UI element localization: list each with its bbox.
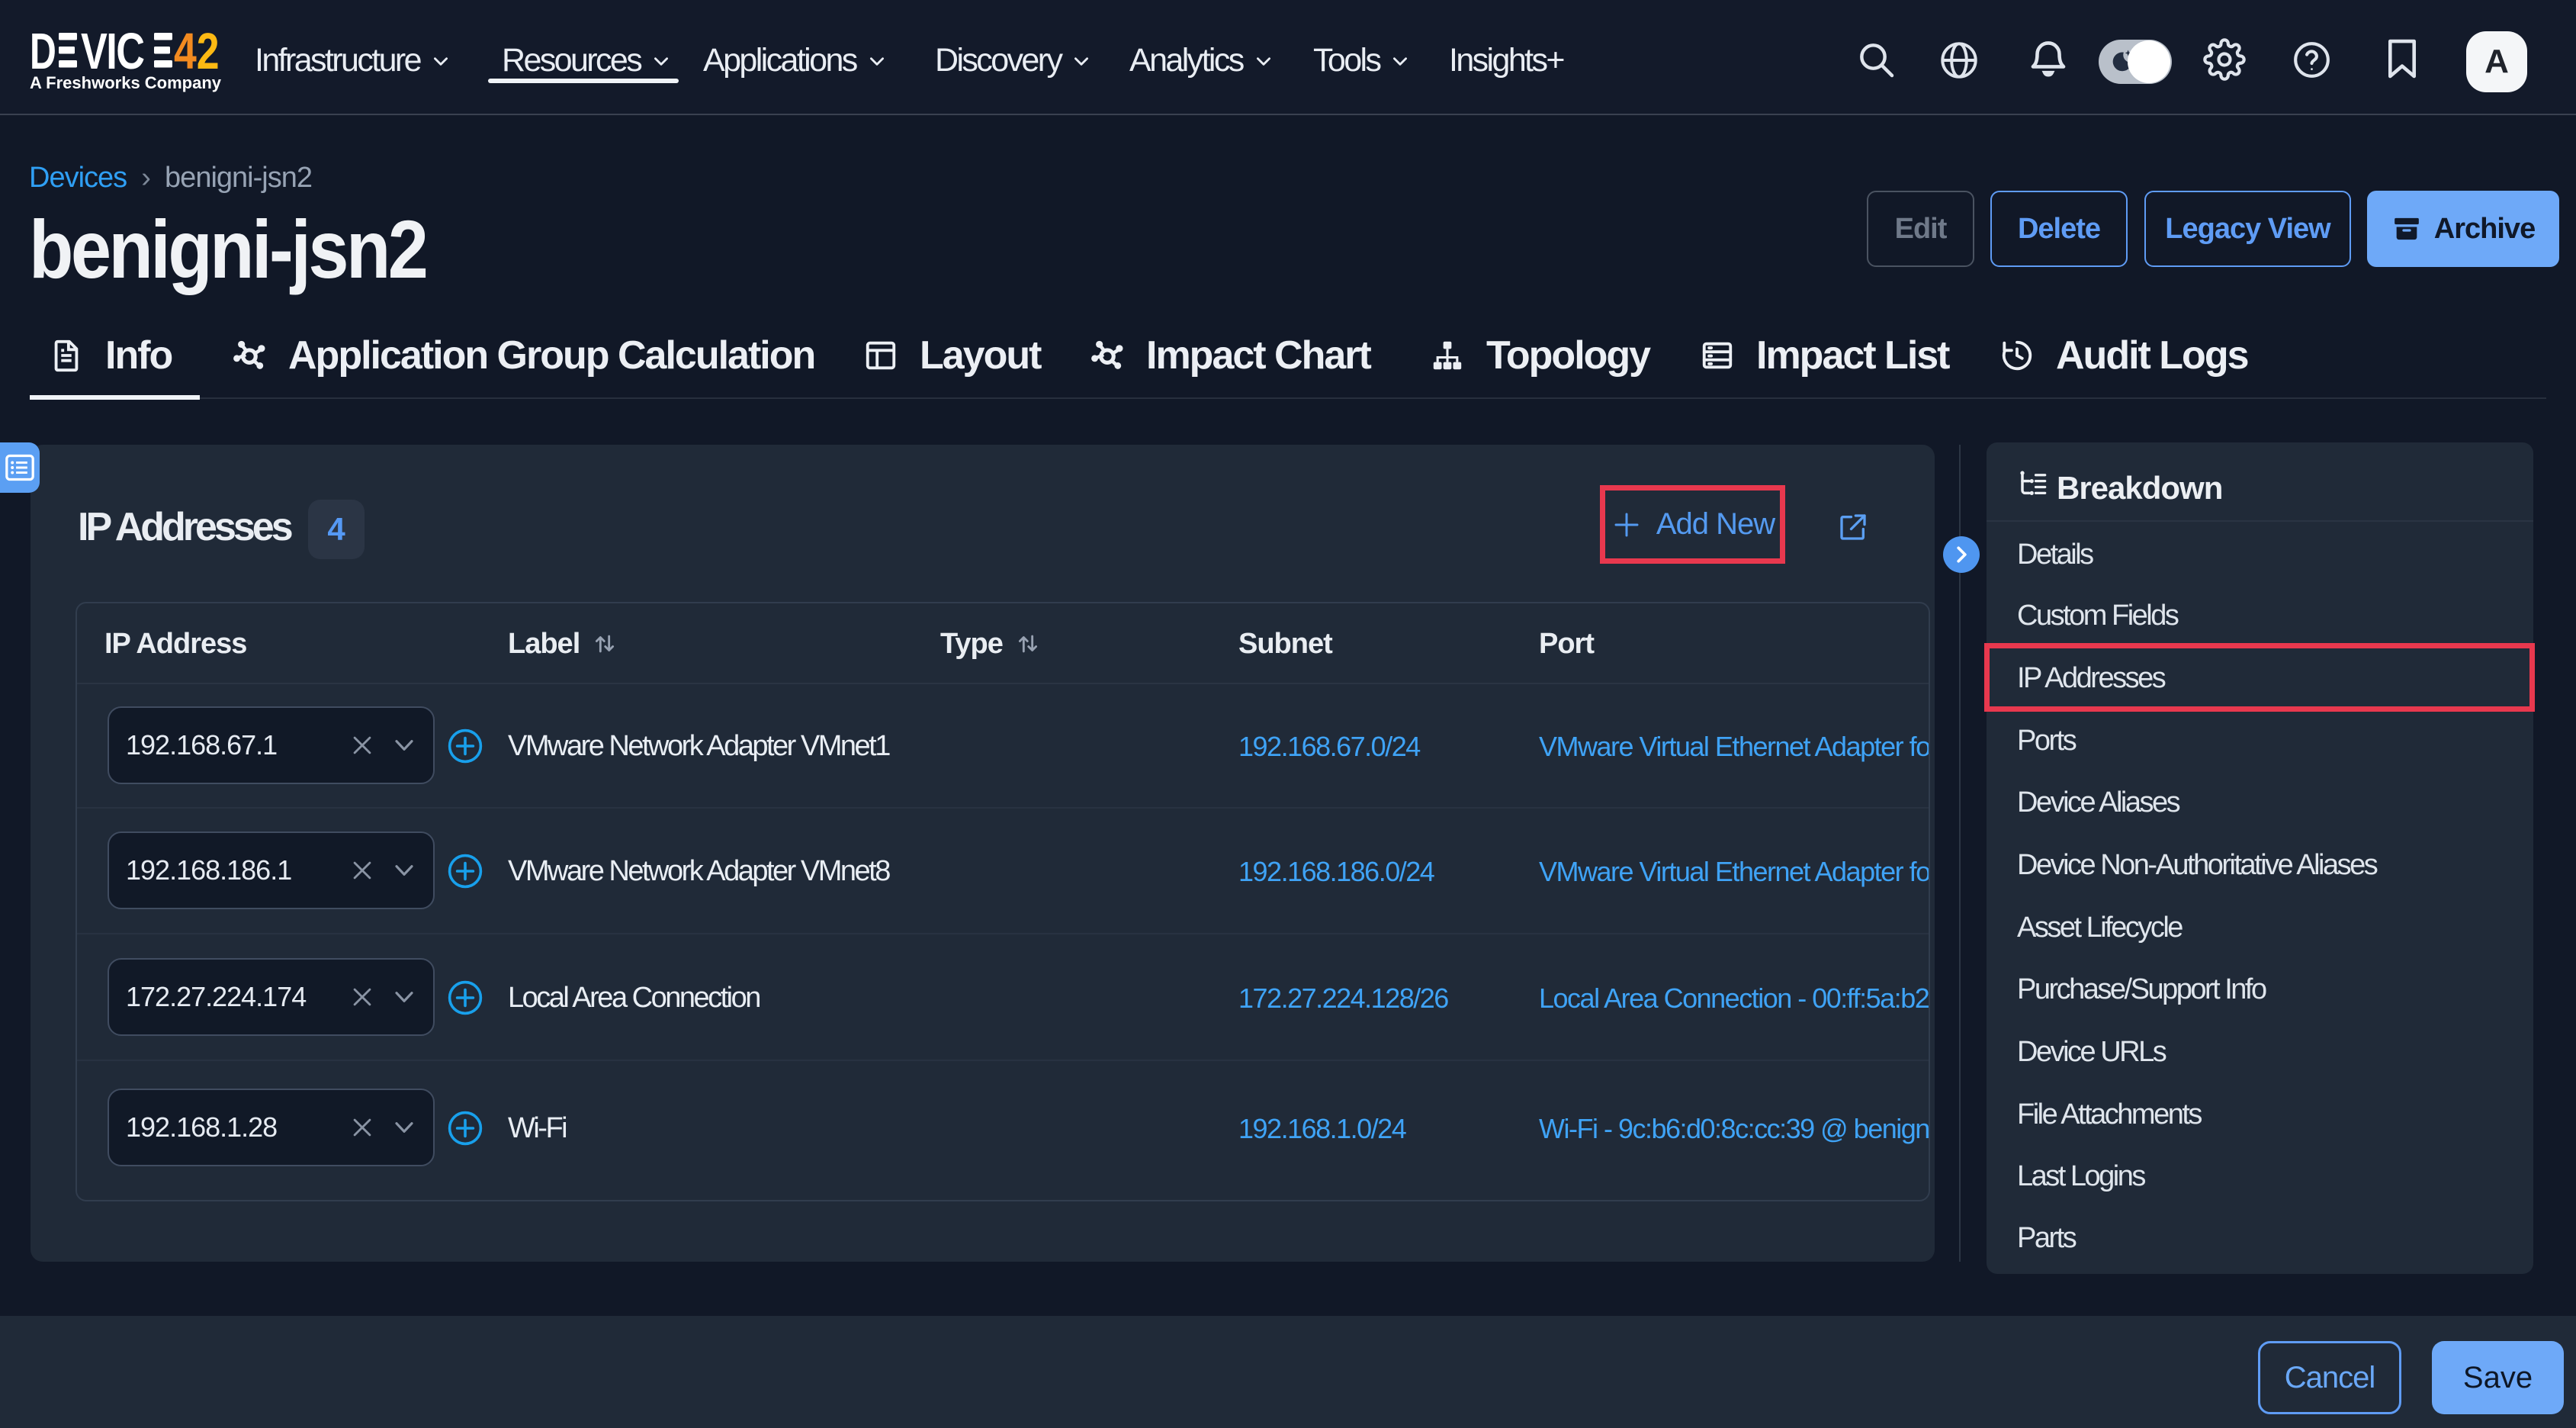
svg-text:42: 42 — [174, 31, 220, 79]
svg-text:VIC: VIC — [81, 31, 144, 79]
